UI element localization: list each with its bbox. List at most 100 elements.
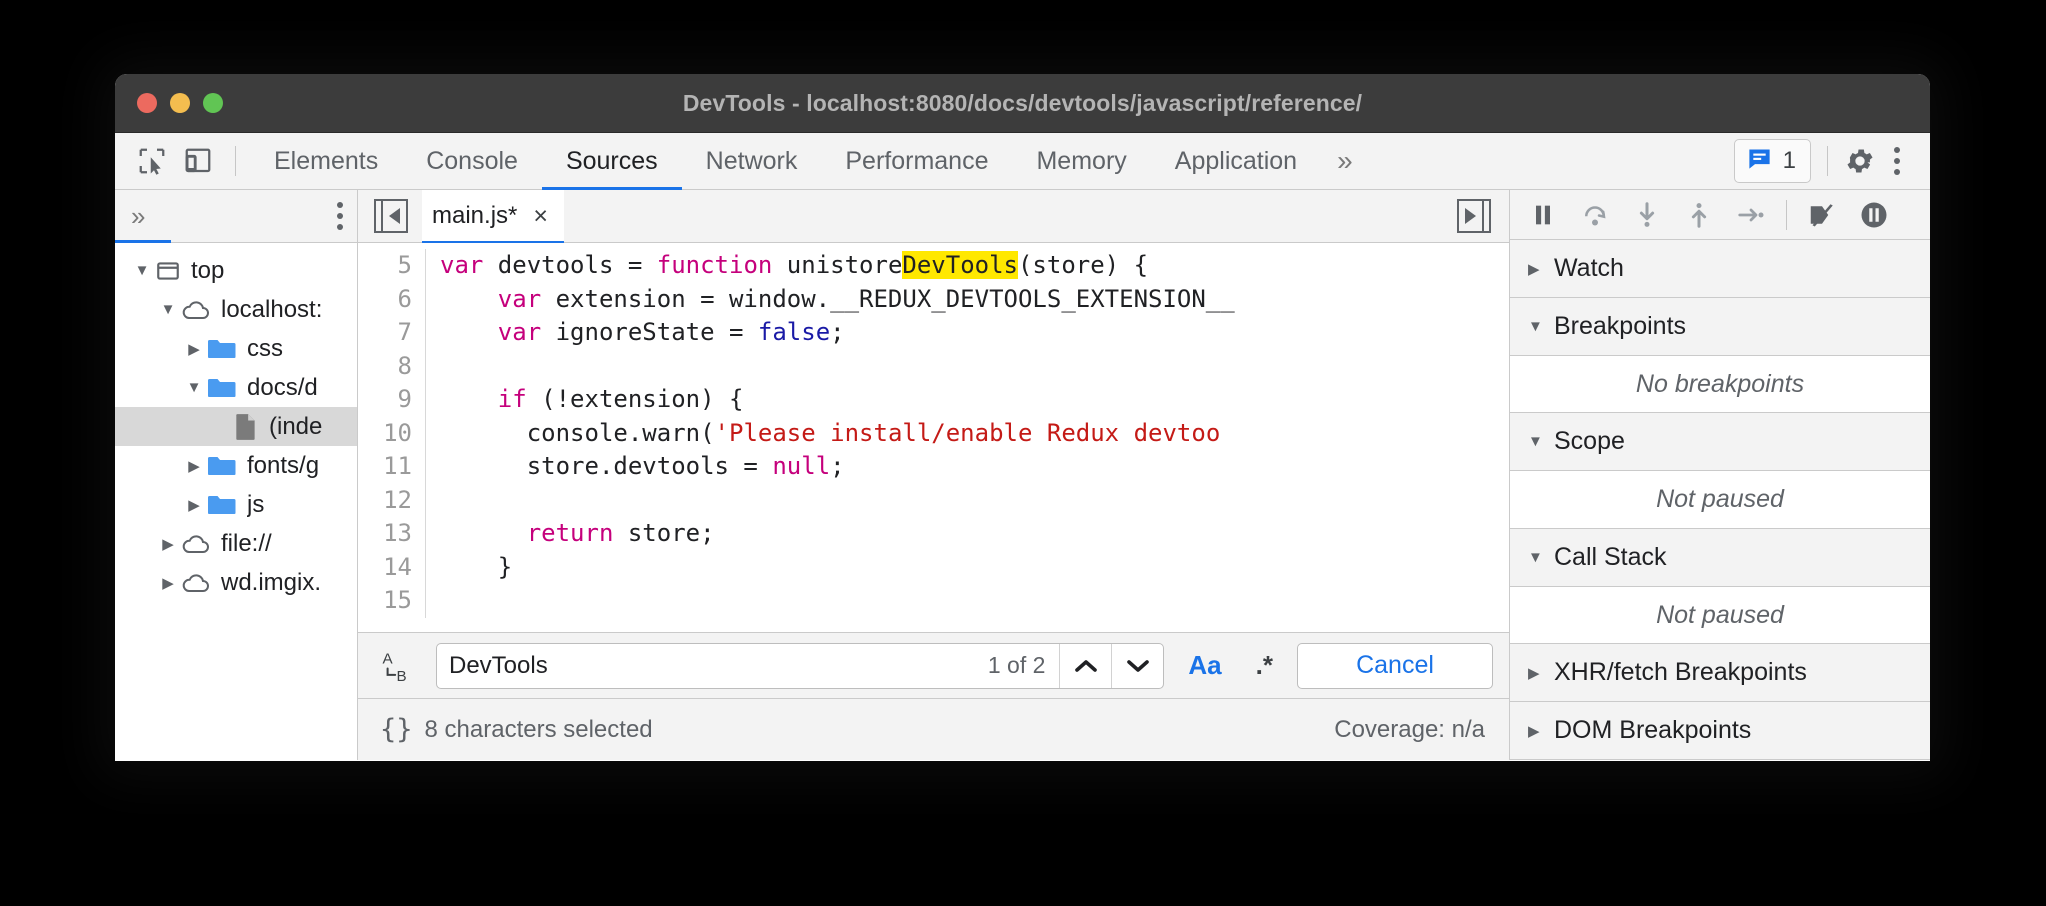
line-content: var ignoreState = false; — [426, 316, 845, 350]
toolbar-divider — [235, 146, 236, 176]
match-case-button[interactable]: Aa — [1178, 650, 1231, 681]
step-out-icon[interactable] — [1676, 192, 1722, 238]
code-line: 6 var extension = window.__REDUX_DEVTOOL… — [358, 283, 1509, 317]
selection-status: 8 characters selected — [425, 716, 653, 744]
chevron-down-icon[interactable]: ▼ — [1528, 318, 1554, 335]
line-number: 9 — [358, 383, 426, 417]
more-tabs-chevron-icon[interactable]: » — [1321, 145, 1369, 177]
devtools-main-toolbar: Elements Console Sources Network Perform… — [115, 133, 1930, 190]
device-toolbar-icon[interactable] — [175, 138, 221, 184]
replace-ab-icon[interactable]: A B — [376, 647, 422, 685]
search-field[interactable]: DevTools 1 of 2 — [436, 643, 1164, 689]
deactivate-breakpoints-icon[interactable] — [1799, 192, 1845, 238]
svg-text:A: A — [383, 650, 394, 667]
tab-memory[interactable]: Memory — [1012, 133, 1150, 190]
navigator-more-chevron-icon[interactable]: » — [131, 201, 145, 232]
gear-icon[interactable] — [1844, 145, 1876, 177]
chevron-right-icon[interactable]: ▶ — [1528, 260, 1554, 278]
chevron-down-icon[interactable]: ▼ — [181, 379, 207, 396]
tab-sources[interactable]: Sources — [542, 133, 682, 190]
debugger-section-watch[interactable]: ▶ Watch — [1510, 240, 1930, 298]
step-icon[interactable] — [1728, 192, 1774, 238]
search-next-button[interactable] — [1111, 644, 1163, 688]
pretty-print-braces-icon[interactable]: {} — [376, 714, 425, 745]
code-editor[interactable]: 5var devtools = function unistoreDevTool… — [358, 243, 1509, 632]
debugger-section-dom-breakpoints[interactable]: ▶ DOM Breakpoints — [1510, 702, 1930, 760]
tree-item-label: css — [247, 335, 283, 363]
regex-button[interactable]: .* — [1246, 650, 1283, 681]
tree-item-label: localhost: — [221, 296, 322, 324]
chevron-down-icon[interactable]: ▼ — [129, 262, 155, 279]
line-content — [426, 350, 454, 384]
editor-file-tab[interactable]: main.js* × — [422, 190, 564, 243]
tree-item-file-protocol[interactable]: ▶ file:// — [115, 524, 357, 563]
message-count-badge[interactable]: 1 — [1734, 139, 1811, 183]
inspect-element-icon[interactable] — [129, 138, 175, 184]
pause-icon[interactable] — [1520, 192, 1566, 238]
tab-elements[interactable]: Elements — [250, 133, 402, 190]
line-number: 5 — [358, 249, 426, 283]
line-content: var devtools = function unistoreDevTools… — [426, 249, 1148, 283]
chevron-right-icon[interactable]: ▶ — [155, 535, 181, 553]
line-number: 14 — [358, 551, 426, 585]
code-line: 7 var ignoreState = false; — [358, 316, 1509, 350]
search-prev-button[interactable] — [1059, 644, 1111, 688]
section-title: Breakpoints — [1554, 312, 1686, 341]
line-number: 11 — [358, 450, 426, 484]
section-title: Call Stack — [1554, 543, 1667, 572]
tree-item-docs[interactable]: ▼ docs/d — [115, 368, 357, 407]
line-content: } — [426, 551, 512, 585]
kebab-menu-icon[interactable] — [1876, 147, 1914, 175]
devtools-window: DevTools - localhost:8080/docs/devtools/… — [115, 74, 1930, 761]
debugger-sidebar: ▶ Watch ▼ Breakpoints No breakpoints ▼ S… — [1510, 190, 1930, 760]
debugger-section-call-stack[interactable]: ▼ Call Stack — [1510, 529, 1930, 587]
code-line: 13 return store; — [358, 517, 1509, 551]
line-number: 13 — [358, 517, 426, 551]
tree-item-fonts[interactable]: ▶ fonts/g — [115, 446, 357, 485]
chevron-right-icon[interactable]: ▶ — [155, 574, 181, 592]
debugger-section-xhr-breakpoints[interactable]: ▶ XHR/fetch Breakpoints — [1510, 644, 1930, 702]
tree-item-index[interactable]: ▶ (inde — [115, 407, 357, 446]
search-input[interactable]: DevTools — [437, 644, 974, 688]
line-content: var extension = window.__REDUX_DEVTOOLS_… — [426, 283, 1235, 317]
editor-search-bar: A B DevTools 1 of 2 — [358, 632, 1509, 698]
show-navigator-icon[interactable] — [374, 199, 408, 233]
chevron-right-icon[interactable]: ▶ — [181, 496, 207, 514]
file-tree: ▼ top ▼ localhost: ▶ — [115, 243, 357, 602]
cancel-button[interactable]: Cancel — [1297, 643, 1493, 689]
tab-application[interactable]: Application — [1151, 133, 1321, 190]
editor-tabbar: main.js* × — [358, 190, 1509, 243]
show-debugger-icon[interactable] — [1457, 199, 1491, 233]
chevron-right-icon[interactable]: ▶ — [181, 340, 207, 358]
tree-item-localhost[interactable]: ▼ localhost: — [115, 290, 357, 329]
message-count: 1 — [1783, 147, 1796, 175]
section-title: DOM Breakpoints — [1554, 716, 1751, 745]
code-line: 15 — [358, 584, 1509, 618]
debugger-section-breakpoints[interactable]: ▼ Breakpoints — [1510, 298, 1930, 356]
tree-item-css[interactable]: ▶ css — [115, 329, 357, 368]
close-icon[interactable]: × — [533, 202, 548, 231]
cloud-icon — [181, 571, 211, 595]
tree-item-label: top — [191, 257, 224, 285]
sources-panel-body: » ▼ top ▼ — [115, 190, 1930, 760]
chevron-right-icon[interactable]: ▶ — [1528, 664, 1554, 682]
tab-performance[interactable]: Performance — [821, 133, 1012, 190]
code-line: 10 console.warn('Please install/enable R… — [358, 417, 1509, 451]
debugger-section-scope[interactable]: ▼ Scope — [1510, 413, 1930, 471]
pause-on-exceptions-icon[interactable] — [1851, 192, 1897, 238]
chevron-right-icon[interactable]: ▶ — [181, 457, 207, 475]
section-title: XHR/fetch Breakpoints — [1554, 658, 1807, 687]
step-into-icon[interactable] — [1624, 192, 1670, 238]
tree-item-top[interactable]: ▼ top — [115, 251, 357, 290]
tab-console[interactable]: Console — [402, 133, 542, 190]
tree-item-wd-imgix[interactable]: ▶ wd.imgix. — [115, 563, 357, 602]
toolbar-right-group: 1 — [1734, 139, 1930, 183]
chevron-down-icon[interactable]: ▼ — [1528, 433, 1554, 450]
chevron-right-icon[interactable]: ▶ — [1528, 722, 1554, 740]
chevron-down-icon[interactable]: ▼ — [155, 301, 181, 318]
tree-item-js[interactable]: ▶ js — [115, 485, 357, 524]
step-over-icon[interactable] — [1572, 192, 1618, 238]
tab-network[interactable]: Network — [682, 133, 822, 190]
chevron-down-icon[interactable]: ▼ — [1528, 549, 1554, 566]
navigator-kebab-menu-icon[interactable] — [337, 202, 343, 230]
